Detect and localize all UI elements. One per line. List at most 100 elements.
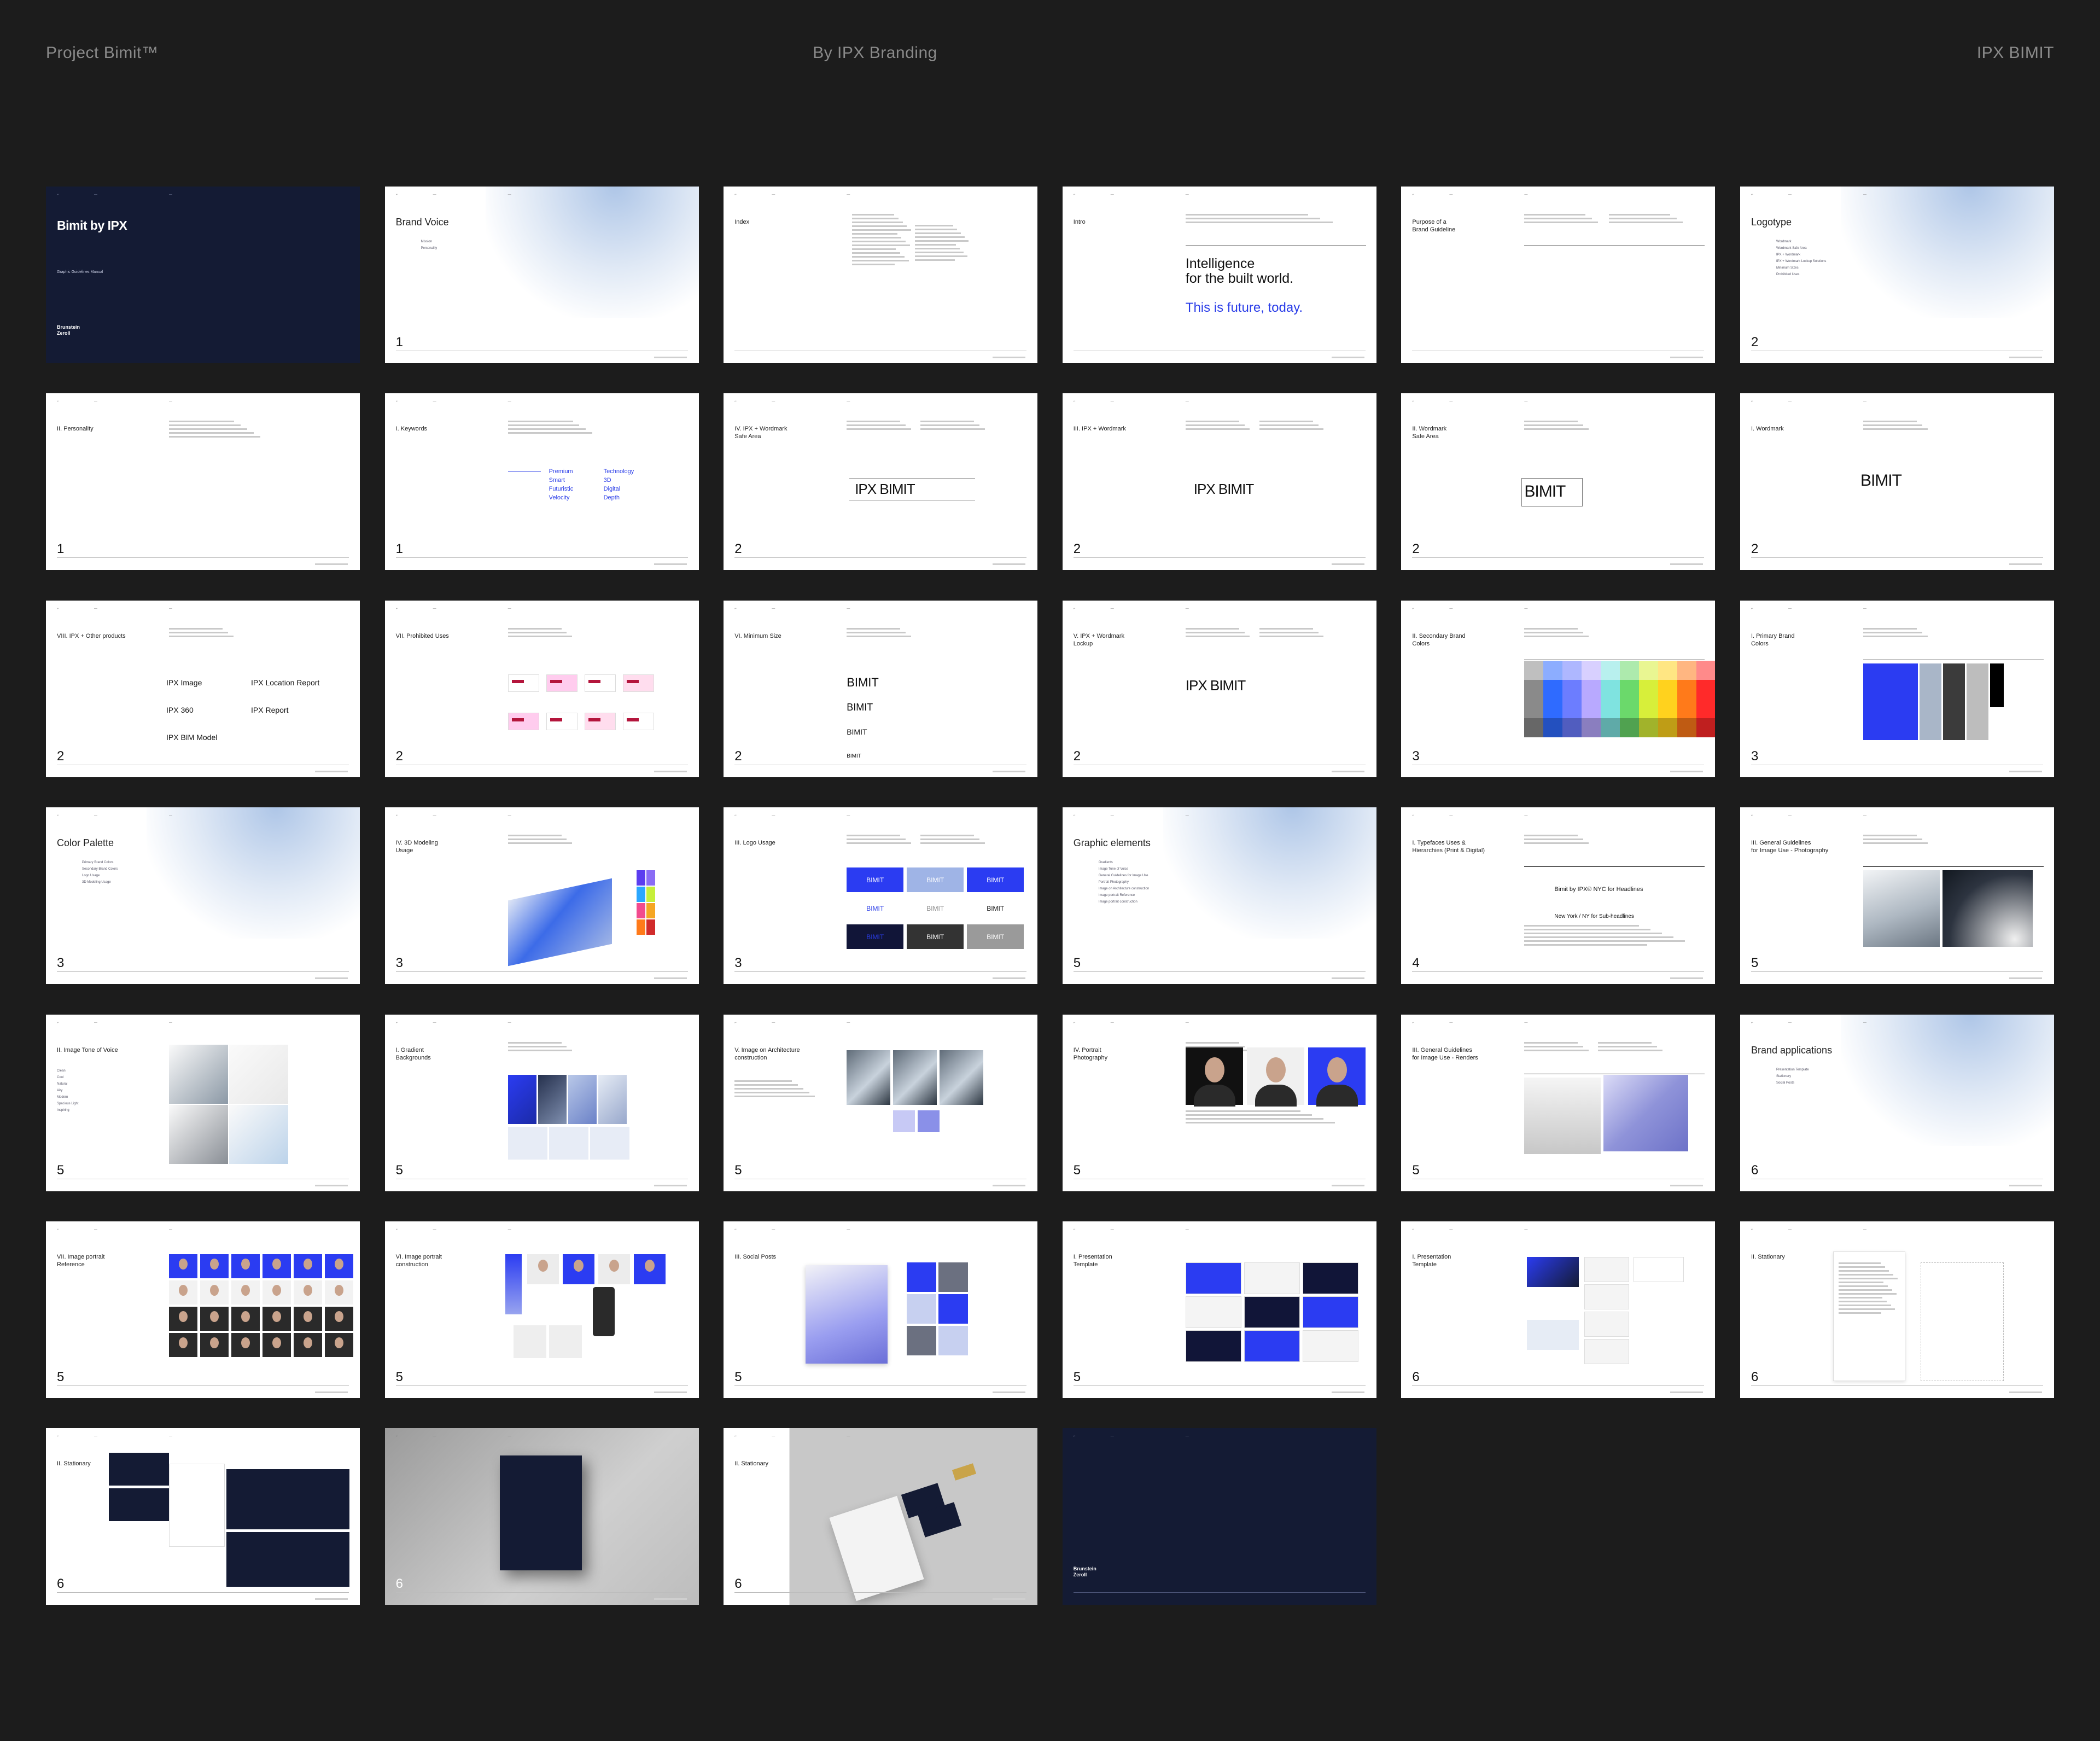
slide-s18[interactable]: ⌐ — — I. Primary Brand Colors 3 bbox=[1740, 600, 2054, 777]
slide-meta-marker: — bbox=[772, 400, 775, 404]
slide-meta-marker: ⌐ bbox=[1751, 607, 1753, 610]
slide-s22[interactable]: ⌐ — — Graphic elements Gradients Image Tone o… bbox=[1062, 807, 1376, 985]
text-line bbox=[1524, 929, 1651, 931]
model-palette-swatch bbox=[636, 870, 645, 886]
slide-title: III. General Guidelines for Image Use - … bbox=[1751, 840, 1829, 854]
slide-s40[interactable]: ⌐ — — Brunstein Zeroll bbox=[1062, 1428, 1376, 1605]
slide-s32[interactable]: ⌐ — — VI. Image portrait construction 5 bbox=[384, 1221, 699, 1398]
slide-s35[interactable]: ⌐ — — I. Presentation Template 6 bbox=[1401, 1221, 1716, 1398]
text-line bbox=[1524, 218, 1592, 219]
slide-footer-mark bbox=[315, 1184, 348, 1186]
text-line bbox=[169, 436, 260, 438]
slide-s10[interactable]: ⌐ — — III. IPX + Wordmark IPX BIMIT 2 bbox=[1062, 393, 1376, 570]
text-line bbox=[1838, 1300, 1887, 1302]
slide-s19[interactable]: ⌐ — — Color Palette Primary Brand Colors Seco… bbox=[46, 807, 360, 985]
slide-s13[interactable]: ⌐ — — VIII. IPX + Other products IPX Image IP… bbox=[46, 600, 360, 777]
portrait-face bbox=[1327, 1057, 1347, 1082]
slide-meta-marker: ⌐ bbox=[734, 814, 737, 818]
slide-s01[interactable]: ⌐ — — Bimit by IPX Graphic Guidelines Manual… bbox=[46, 187, 360, 363]
section-number: 2 bbox=[734, 541, 742, 557]
body-text-placeholder bbox=[508, 627, 585, 639]
slide-s38[interactable]: ⌐ — — 6 bbox=[384, 1428, 699, 1605]
render-image bbox=[1524, 1077, 1601, 1154]
slide-meta-marker: — bbox=[94, 193, 97, 196]
slide-s07[interactable]: ⌐ — — II. Personality 1 bbox=[46, 393, 360, 570]
slide-s36[interactable]: ⌐ — — II. Stationary 6 bbox=[1740, 1221, 2054, 1398]
slide-s37[interactable]: ⌐ — — II. Stationary 6 bbox=[46, 1428, 360, 1605]
portrait-thumb bbox=[598, 1254, 630, 1284]
slide-s09[interactable]: ⌐ — — IV. IPX + Wordmark Safe Area IPX BIMIT… bbox=[724, 393, 1038, 570]
portrait-face bbox=[1265, 1057, 1286, 1082]
social-post-tile bbox=[938, 1294, 969, 1324]
text-line bbox=[1863, 421, 1917, 423]
slide-s16[interactable]: ⌐ — — V. IPX + Wordmark Lockup IPX BIMIT 2 bbox=[1062, 600, 1376, 777]
slide-s17[interactable]: ⌐ — — II. Secondary Brand Colors 3 bbox=[1401, 600, 1716, 777]
slide-meta-marker: — bbox=[433, 814, 436, 818]
slide-s12[interactable]: ⌐ — — I. Wordmark BIMIT 2 bbox=[1740, 393, 2054, 570]
text-line bbox=[508, 631, 567, 633]
primary-swatch-gray bbox=[1966, 663, 1988, 740]
slide-s11[interactable]: ⌐ — — II. Wordmark Safe Area BIMIT 2 bbox=[1401, 393, 1716, 570]
body-text-placeholder bbox=[1185, 421, 1262, 432]
prohibited-example bbox=[622, 712, 654, 730]
slide-meta-marker: — bbox=[1110, 400, 1114, 404]
slide-meta-marker: — bbox=[433, 1021, 436, 1024]
slide-rule bbox=[57, 557, 349, 558]
slide-footer-mark bbox=[654, 977, 687, 980]
slide-meta-marker: ⌐ bbox=[1073, 1227, 1076, 1231]
slide-s05[interactable]: ⌐ — — Purpose of a Brand Guideline bbox=[1401, 187, 1716, 363]
portrait-thumb bbox=[325, 1332, 353, 1357]
binder-clip bbox=[952, 1463, 977, 1481]
slide-s23[interactable]: ⌐ — — I. Typefaces Uses & Hierarchies (Prin… bbox=[1401, 807, 1716, 985]
section-number: 3 bbox=[57, 956, 65, 971]
text-line bbox=[1185, 1114, 1312, 1116]
slide-s30[interactable]: ⌐ — — Brand applications Presentation Templa… bbox=[1740, 1014, 2054, 1191]
slide-s14[interactable]: ⌐ — — VII. Prohibited Uses 2 bbox=[384, 600, 699, 777]
slide-rule bbox=[1073, 1385, 1366, 1386]
slide-s06[interactable]: ⌐ — — Logotype Wordmark Wordmark Safe Area IPX… bbox=[1740, 187, 2054, 363]
slide-s29[interactable]: ⌐ — — III. General Guidelines for Image Use… bbox=[1401, 1014, 1716, 1191]
text-line bbox=[1863, 627, 1917, 630]
portrait-photo bbox=[1246, 1047, 1304, 1107]
portrait-thumb-face bbox=[241, 1258, 250, 1270]
section-item-list: Mission Personality bbox=[421, 240, 438, 253]
slide-s04[interactable]: ⌐ — — Intro Intelligence for the built world… bbox=[1062, 187, 1376, 363]
slide-meta-marker: — bbox=[1185, 1227, 1189, 1231]
tone-keyword: Airy bbox=[57, 1088, 63, 1092]
wordmark-size-example: BIMIT bbox=[847, 701, 873, 713]
slide-s21[interactable]: ⌐ — — III. Logo Usage BIMIT BIMIT BIMIT BIMIT BI… bbox=[724, 807, 1038, 985]
slide-s27[interactable]: ⌐ — — V. Image on Architecture construction… bbox=[724, 1014, 1038, 1191]
section-item-list: Presentation Template Stationery Social Po… bbox=[1776, 1068, 1809, 1088]
slide-meta-marker: ⌐ bbox=[395, 607, 398, 610]
text-line bbox=[1838, 1285, 1888, 1287]
slide-s08[interactable]: ⌐ — — I. Keywords Premium Smart Futuristic V… bbox=[384, 393, 699, 570]
text-line bbox=[1863, 835, 1917, 837]
slide-s33[interactable]: ⌐ — — III. Social Posts 5 bbox=[724, 1221, 1038, 1398]
slide-meta-marker: — bbox=[1524, 607, 1528, 610]
slide-s20[interactable]: ⌐ — — IV. 3D Modeling Usage 3 bbox=[384, 807, 699, 985]
prohibited-example bbox=[622, 674, 654, 692]
wordmark-size-example: BIMIT bbox=[847, 727, 867, 736]
text-line bbox=[852, 241, 906, 242]
slide-title: VII. Image portrait Reference bbox=[57, 1253, 105, 1268]
slide-footer-mark bbox=[654, 1184, 687, 1186]
slide-s02[interactable]: ⌐ — — Brand Voice Mission Personality 1 bbox=[384, 187, 699, 363]
text-line bbox=[1259, 421, 1313, 423]
slide-title: Color Palette bbox=[57, 837, 114, 849]
text-line bbox=[1524, 936, 1674, 939]
slide-s34[interactable]: ⌐ — — I. Presentation Template 5 bbox=[1062, 1221, 1376, 1398]
slide-meta-marker: ⌐ bbox=[1412, 1021, 1414, 1024]
slide-s31[interactable]: ⌐ — — VII. Image portrait Reference 5 bbox=[46, 1221, 360, 1398]
slide-s15[interactable]: ⌐ — — VI. Minimum Size BIMIT BIMIT BIMIT BIMIT 2 bbox=[724, 600, 1038, 777]
gradient-sample-light bbox=[508, 1126, 547, 1160]
tone-photo bbox=[229, 1104, 288, 1164]
slide-s28[interactable]: ⌐ — — IV. Portrait Photography 5 bbox=[1062, 1014, 1376, 1191]
slide-s39[interactable]: ⌐ — — II. Stationary 6 bbox=[724, 1428, 1038, 1605]
slide-s26[interactable]: ⌐ — — I. Gradient Backgrounds 5 bbox=[384, 1014, 699, 1191]
slide-s24[interactable]: ⌐ — — III. General Guidelines for Image Use… bbox=[1740, 807, 2054, 985]
slide-s25[interactable]: ⌐ — — II. Image Tone of Voice Clean Cool Natur… bbox=[46, 1014, 360, 1191]
slide-rule bbox=[57, 971, 349, 973]
slide-s03[interactable]: ⌐ — — Index bbox=[724, 187, 1038, 363]
secondary-swatch-shade bbox=[1677, 718, 1697, 737]
text-line bbox=[508, 421, 573, 423]
